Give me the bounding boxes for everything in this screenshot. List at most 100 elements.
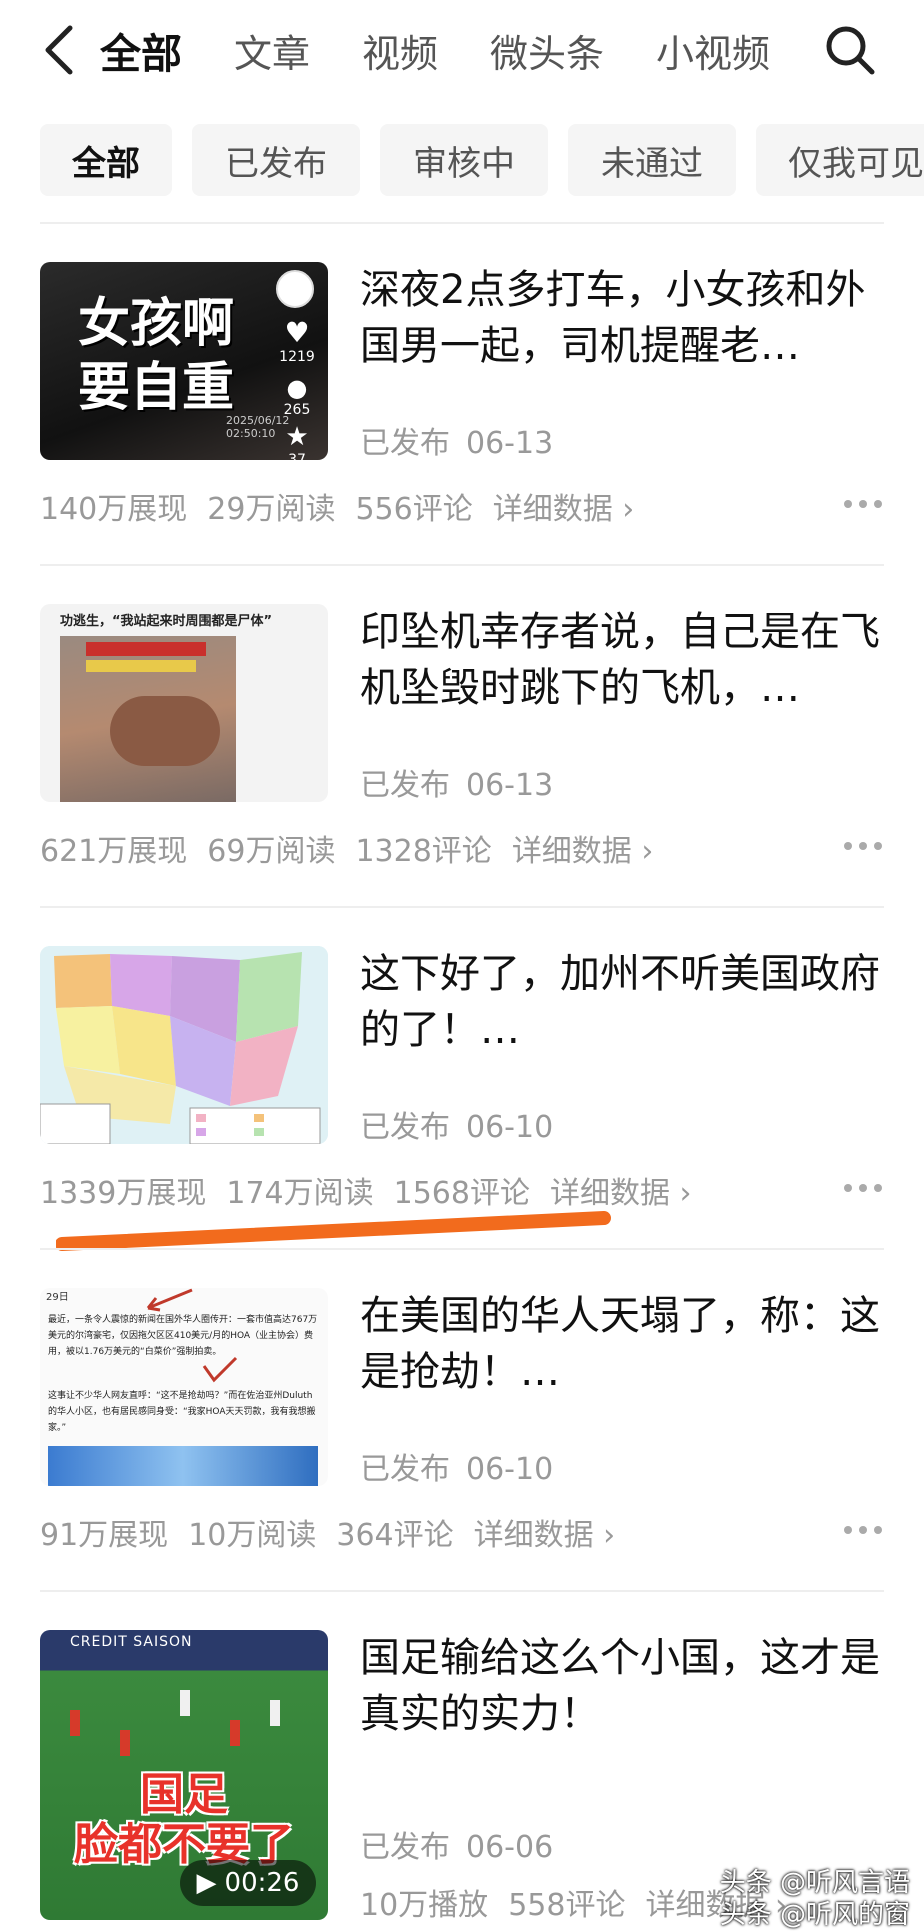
divider bbox=[40, 222, 884, 224]
publish-date: 06-13 bbox=[466, 768, 554, 803]
list-item[interactable]: 女孩啊 要自重 ♥ 1219 ● 265 ★ 37 2025/06/12 02:… bbox=[40, 262, 884, 527]
impressions: 91万展现 bbox=[40, 1518, 169, 1553]
player bbox=[70, 1710, 80, 1736]
item-title[interactable]: 印坠机幸存者说，自己是在飞机坠毁时跳下的飞机，… bbox=[360, 604, 890, 716]
list-item[interactable]: 这下好了，加州不听美国政府的了！… 已发布 06-10 1339万展现 174万阅读… bbox=[40, 946, 884, 1211]
back-arrow-icon[interactable] bbox=[40, 22, 80, 78]
impressions: 621万展现 bbox=[40, 834, 188, 869]
filter-private[interactable]: 仅我可见 bbox=[756, 124, 924, 196]
thumbnail-banner bbox=[86, 660, 196, 672]
item-title[interactable]: 深夜2点多打车，小女孩和外国男一起，司机提醒老… bbox=[360, 262, 890, 374]
tab-short-videos[interactable]: 小视频 bbox=[656, 23, 770, 78]
player bbox=[180, 1690, 190, 1716]
like-count: 1219 bbox=[279, 349, 315, 365]
item-stats: 91万展现 10万阅读 364评论 详细数据 › bbox=[40, 1510, 635, 1554]
watermark-line: 头条 @听风言语 bbox=[719, 1868, 910, 1898]
list-item[interactable]: 29日 最近，一条令人震惊的新闻在国外华人圈传开：一套市值高达767万美元的尔湾… bbox=[40, 1288, 884, 1553]
comment-icon: ● bbox=[286, 374, 308, 402]
thumbnail-caption-line: 要自重 bbox=[78, 358, 235, 418]
item-status: 已发布 06-13 bbox=[360, 418, 569, 462]
watermark-line: 头条 @听风的窗 bbox=[719, 1900, 910, 1930]
publish-status: 已发布 bbox=[360, 1110, 450, 1145]
comments: 1328评论 bbox=[355, 834, 492, 869]
comments: 556评论 bbox=[355, 492, 473, 527]
content-type-tabs: 全部 文章 视频 微头条 小视频 bbox=[100, 0, 822, 100]
thumbnail-photo bbox=[60, 636, 236, 802]
stadium-banner-text: CREDIT SAISON bbox=[70, 1634, 193, 1650]
comments: 1568评论 bbox=[393, 1176, 530, 1211]
thumbnail-timestamp: 2025/06/12 02:50:10 bbox=[226, 414, 290, 440]
comments: 364评论 bbox=[336, 1518, 454, 1553]
comments: 558评论 bbox=[508, 1888, 626, 1923]
status-filter-bar: 全部 已发布 审核中 未通过 仅我可见 bbox=[40, 124, 924, 196]
search-icon[interactable] bbox=[822, 22, 878, 78]
heart-icon: ♥ bbox=[284, 316, 310, 349]
publish-date: 06-10 bbox=[466, 1110, 554, 1145]
more-options-icon[interactable] bbox=[844, 842, 884, 852]
more-options-icon[interactable] bbox=[844, 1184, 884, 1194]
more-options-icon[interactable] bbox=[844, 500, 884, 510]
video-duration-badge: ▶ 00:26 bbox=[180, 1860, 316, 1906]
item-status: 已发布 06-13 bbox=[360, 760, 569, 804]
article-thumbnail[interactable]: 功逃生，“我站起来时周围都是尸体” bbox=[40, 604, 328, 802]
thumbnail-face bbox=[110, 696, 220, 766]
divider bbox=[40, 1590, 884, 1592]
divider bbox=[40, 906, 884, 908]
filter-published[interactable]: 已发布 bbox=[192, 124, 360, 196]
filter-all[interactable]: 全部 bbox=[40, 124, 172, 196]
publish-status: 已发布 bbox=[360, 768, 450, 803]
thumbnail-date: 29日 bbox=[46, 1292, 69, 1303]
reads: 10万阅读 bbox=[188, 1518, 317, 1553]
watermark: 头条 @听风言语 头条 @听风的窗 bbox=[720, 1867, 910, 1931]
item-title[interactable]: 国足输给这么个小国，这才是真实的实力！ bbox=[360, 1630, 890, 1742]
thumbnail-caption: 国足 脸都不要了 bbox=[40, 1770, 328, 1870]
tab-videos[interactable]: 视频 bbox=[362, 23, 438, 78]
item-title[interactable]: 在美国的华人天塌了，称：这是抢劫！… bbox=[360, 1288, 890, 1400]
item-stats: 621万展现 69万阅读 1328评论 详细数据 › bbox=[40, 826, 673, 870]
thumbnail-photo bbox=[48, 1446, 318, 1486]
list-item[interactable]: 功逃生，“我站起来时周围都是尸体” 印坠机幸存者说，自己是在飞机坠毁时跳下的飞机… bbox=[40, 604, 884, 869]
detail-data-link[interactable]: 详细数据 › bbox=[550, 1176, 692, 1211]
tab-all[interactable]: 全部 bbox=[100, 20, 182, 80]
thumbnail-comment-count: ● 265 bbox=[276, 374, 318, 418]
publish-status: 已发布 bbox=[360, 1452, 450, 1487]
article-thumbnail[interactable]: 29日 最近，一条令人震惊的新闻在国外华人圈传开：一套市值高达767万美元的尔湾… bbox=[40, 1288, 328, 1486]
publish-date: 06-06 bbox=[466, 1830, 554, 1865]
detail-data-link[interactable]: 详细数据 › bbox=[474, 1518, 616, 1553]
more-options-icon[interactable] bbox=[844, 1526, 884, 1536]
publish-status: 已发布 bbox=[360, 426, 450, 461]
thumbnail-banner bbox=[86, 642, 206, 656]
reads: 29万阅读 bbox=[207, 492, 336, 527]
filter-rejected[interactable]: 未通过 bbox=[568, 124, 736, 196]
filter-under-review[interactable]: 审核中 bbox=[380, 124, 548, 196]
impressions: 140万展现 bbox=[40, 492, 188, 527]
thumbnail-like-count: ♥ 1219 bbox=[276, 316, 318, 365]
reads: 174万阅读 bbox=[226, 1176, 374, 1211]
thumbnail-caption: 功逃生，“我站起来时周围都是尸体” bbox=[60, 614, 273, 629]
play-icon: ▶ bbox=[196, 1868, 217, 1898]
divider bbox=[40, 1248, 884, 1250]
item-status: 已发布 06-10 bbox=[360, 1444, 569, 1488]
impressions: 1339万展现 bbox=[40, 1176, 207, 1211]
player bbox=[120, 1730, 130, 1756]
player bbox=[230, 1720, 240, 1746]
red-arrow-icon bbox=[146, 1288, 193, 1312]
video-thumbnail[interactable]: 女孩啊 要自重 ♥ 1219 ● 265 ★ 37 2025/06/12 02:… bbox=[40, 262, 328, 460]
tab-micro-posts[interactable]: 微头条 bbox=[490, 23, 604, 78]
red-check-icon bbox=[202, 1356, 238, 1383]
thumbnail-paragraph: 这事让不少华人网友直呼：“这不是抢劫吗？”而在佐治亚州Duluth的华人小区，也… bbox=[48, 1391, 316, 1433]
reads: 69万阅读 bbox=[207, 834, 336, 869]
avatar bbox=[276, 270, 314, 308]
publish-status: 已发布 bbox=[360, 1830, 450, 1865]
thumbnail-caption-line: 国足 bbox=[140, 1769, 228, 1820]
thumbnail-caption-line: 女孩啊 bbox=[78, 294, 235, 354]
map-thumbnail[interactable] bbox=[40, 946, 328, 1144]
tab-articles[interactable]: 文章 bbox=[234, 23, 310, 78]
publish-date: 06-13 bbox=[466, 426, 554, 461]
favorite-count: 37 bbox=[288, 452, 306, 460]
detail-data-link[interactable]: 详细数据 › bbox=[512, 834, 654, 869]
video-thumbnail[interactable]: CREDIT SAISON 国足 脸都不要了 ▶ 00:26 bbox=[40, 1630, 328, 1920]
item-title[interactable]: 这下好了，加州不听美国政府的了！… bbox=[360, 946, 890, 1058]
thumbnail-paragraph: 最近，一条令人震惊的新闻在国外华人圈传开：一套市值高达767万美元的尔湾豪宅，仅… bbox=[48, 1315, 318, 1357]
detail-data-link[interactable]: 详细数据 › bbox=[493, 492, 635, 527]
